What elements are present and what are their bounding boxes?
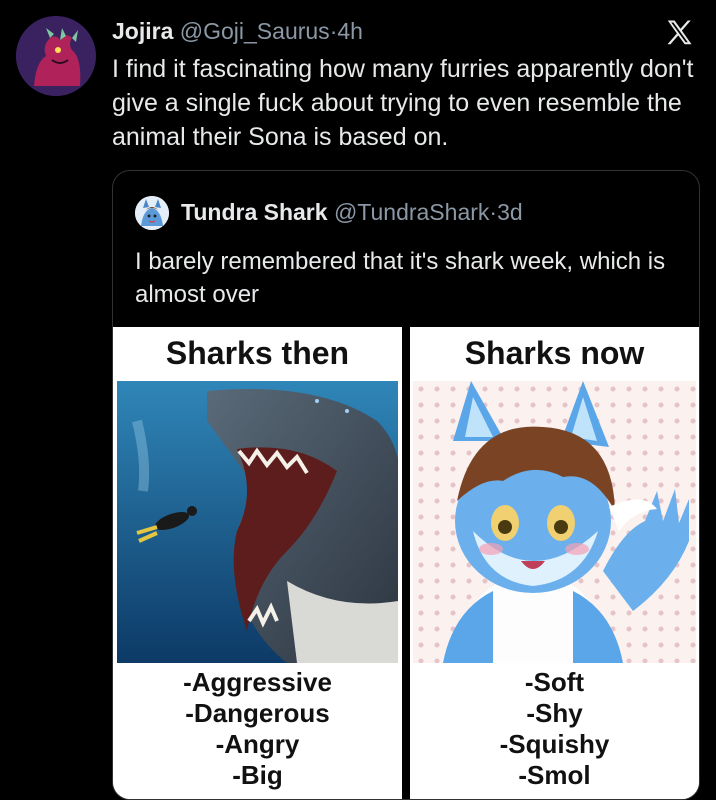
shark-furry-avatar-icon[interactable] <box>135 196 169 230</box>
traits-list-then: -Aggressive -Dangerous -Angry -Big <box>113 667 402 791</box>
quoted-tweet-text: I barely remembered that it's shark week… <box>135 248 666 308</box>
trait-item: -Shy <box>526 698 583 728</box>
panel-divider <box>402 327 410 799</box>
tweet-header: Jojira @Goji_Saurus·4h <box>112 16 656 46</box>
meme-panel-then: Sharks then -Aggressive -Dangerous -Angr… <box>113 327 402 799</box>
meme-panel-now: Sharks now -Soft -Shy -Squishy -Smol <box>410 327 699 799</box>
trait-item: -Angry <box>215 729 300 759</box>
trait-item: -Big <box>232 760 283 790</box>
quoted-separator-dot: · <box>489 199 498 225</box>
panel-title-then: Sharks then <box>165 335 350 371</box>
timestamp[interactable]: 4h <box>337 18 363 44</box>
cute-blue-shark-furry-image <box>413 381 696 663</box>
quoted-author-name[interactable]: Tundra Shark <box>181 199 328 225</box>
quoted-tweet-header: Tundra Shark @TundraShark·3d <box>181 199 523 226</box>
author-name[interactable]: Jojira <box>112 18 173 44</box>
panel-title-now: Sharks now <box>464 335 645 371</box>
meme-image[interactable]: Sharks then -Aggressive -Dangerous -Angr… <box>113 327 699 799</box>
great-white-shark-and-diver-image <box>117 381 398 663</box>
tweet-text: I find it fascinating how many furries a… <box>112 55 694 151</box>
trait-item: -Soft <box>524 667 585 697</box>
trait-item: -Squishy <box>499 729 610 759</box>
traits-list-now: -Soft -Shy -Squishy -Smol <box>410 667 699 791</box>
trait-item: -Smol <box>518 760 591 790</box>
dragon-avatar-icon[interactable] <box>16 16 96 96</box>
author-handle[interactable]: @Goji_Saurus <box>180 18 330 44</box>
quoted-tweet[interactable]: Tundra Shark @TundraShark·3d I barely re… <box>112 170 700 800</box>
trait-item: -Dangerous <box>185 698 330 728</box>
trait-item: -Aggressive <box>183 667 332 697</box>
quoted-author-handle[interactable]: @TundraShark <box>334 199 489 225</box>
x-logo-icon <box>667 20 692 45</box>
quoted-timestamp[interactable]: 3d <box>497 199 523 225</box>
